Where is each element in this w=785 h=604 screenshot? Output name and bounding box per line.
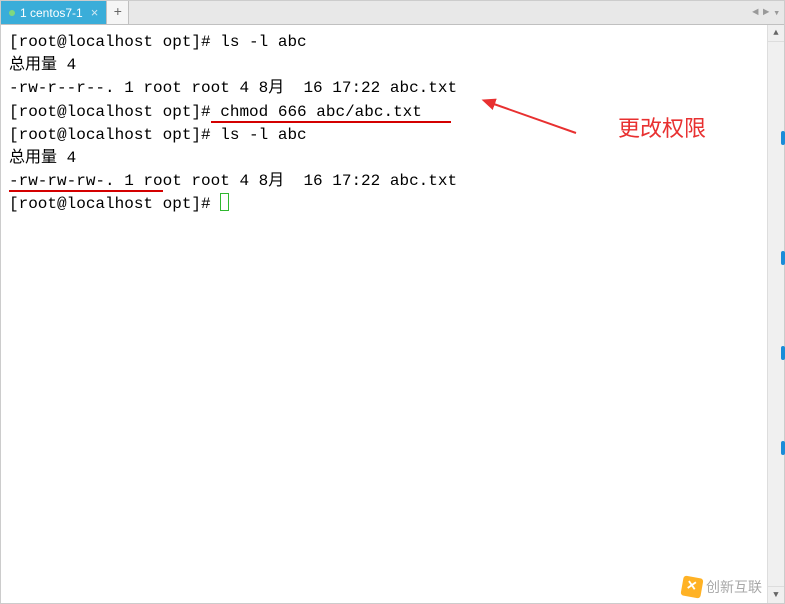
shell-command: ls -l abc <box>220 126 306 144</box>
shell-prompt: [root@localhost opt]# <box>9 195 220 213</box>
shell-prompt: [root@localhost opt]# <box>9 103 211 121</box>
plus-icon: + <box>114 5 122 21</box>
chevron-down-icon: ▼ <box>773 590 778 600</box>
tab-label: 1 centos7-1 <box>20 6 83 20</box>
tab-bar: 1 centos7-1 × + ◄ ► ▾ <box>1 1 784 25</box>
terminal-line: [root@localhost opt]# <box>9 193 776 216</box>
tab-nav-controls: ◄ ► ▾ <box>752 1 780 24</box>
terminal-line: [root@localhost opt]# ls -l abc <box>9 31 776 54</box>
terminal-line: -rw-rw-rw-. 1 root root 4 8月 16 17:22 ab… <box>9 170 776 193</box>
terminal-viewport[interactable]: [root@localhost opt]# ls -l abc 总用量 4 -r… <box>1 25 784 603</box>
highlighted-command: chmod 666 abc/abc.txt <box>211 103 422 123</box>
nav-right-icon[interactable]: ► <box>763 7 770 19</box>
watermark-logo-icon <box>680 575 703 598</box>
side-marker <box>781 131 785 145</box>
vertical-scrollbar[interactable]: ▲ ▼ <box>767 25 784 603</box>
watermark-text: 创新互联 <box>706 577 762 597</box>
cursor-icon <box>220 193 229 211</box>
tab-active[interactable]: 1 centos7-1 × <box>1 1 107 24</box>
nav-left-icon[interactable]: ◄ <box>752 7 759 19</box>
side-marker <box>781 251 785 265</box>
terminal-line: 总用量 4 <box>9 54 776 77</box>
terminal-line: 总用量 4 <box>9 147 776 170</box>
terminal-line: [root@localhost opt]# ls -l abc <box>9 124 776 147</box>
scroll-down-button[interactable]: ▼ <box>768 586 784 603</box>
scroll-up-button[interactable]: ▲ <box>768 25 784 42</box>
chevron-up-icon: ▲ <box>773 28 778 38</box>
shell-output: ot root 4 8月 16 17:22 abc.txt <box>163 172 457 190</box>
terminal-line: -rw-r--r--. 1 root root 4 8月 16 17:22 ab… <box>9 77 776 100</box>
watermark: 创新互联 <box>682 577 762 597</box>
side-marker <box>781 346 785 360</box>
tab-status-icon <box>9 10 15 16</box>
side-marker <box>781 441 785 455</box>
shell-prompt: [root@localhost opt]# <box>9 126 220 144</box>
shell-prompt: [root@localhost opt]# <box>9 33 220 51</box>
shell-command: ls -l abc <box>220 33 306 51</box>
terminal-line: [root@localhost opt]# chmod 666 abc/abc.… <box>9 101 776 124</box>
close-icon[interactable]: × <box>91 5 99 20</box>
highlighted-output: -rw-rw-rw-. 1 ro <box>9 172 163 192</box>
new-tab-button[interactable]: + <box>107 1 129 24</box>
nav-dropdown-icon[interactable]: ▾ <box>773 6 780 20</box>
underline-extension <box>422 103 451 123</box>
